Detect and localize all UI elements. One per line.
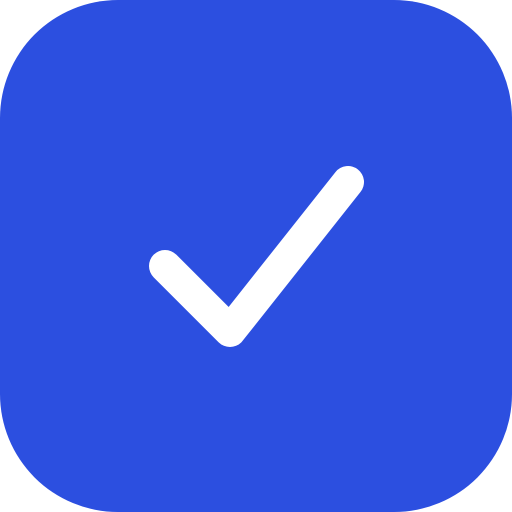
- checkmark-icon: [149, 166, 364, 347]
- checkbox-checked[interactable]: [0, 0, 512, 512]
